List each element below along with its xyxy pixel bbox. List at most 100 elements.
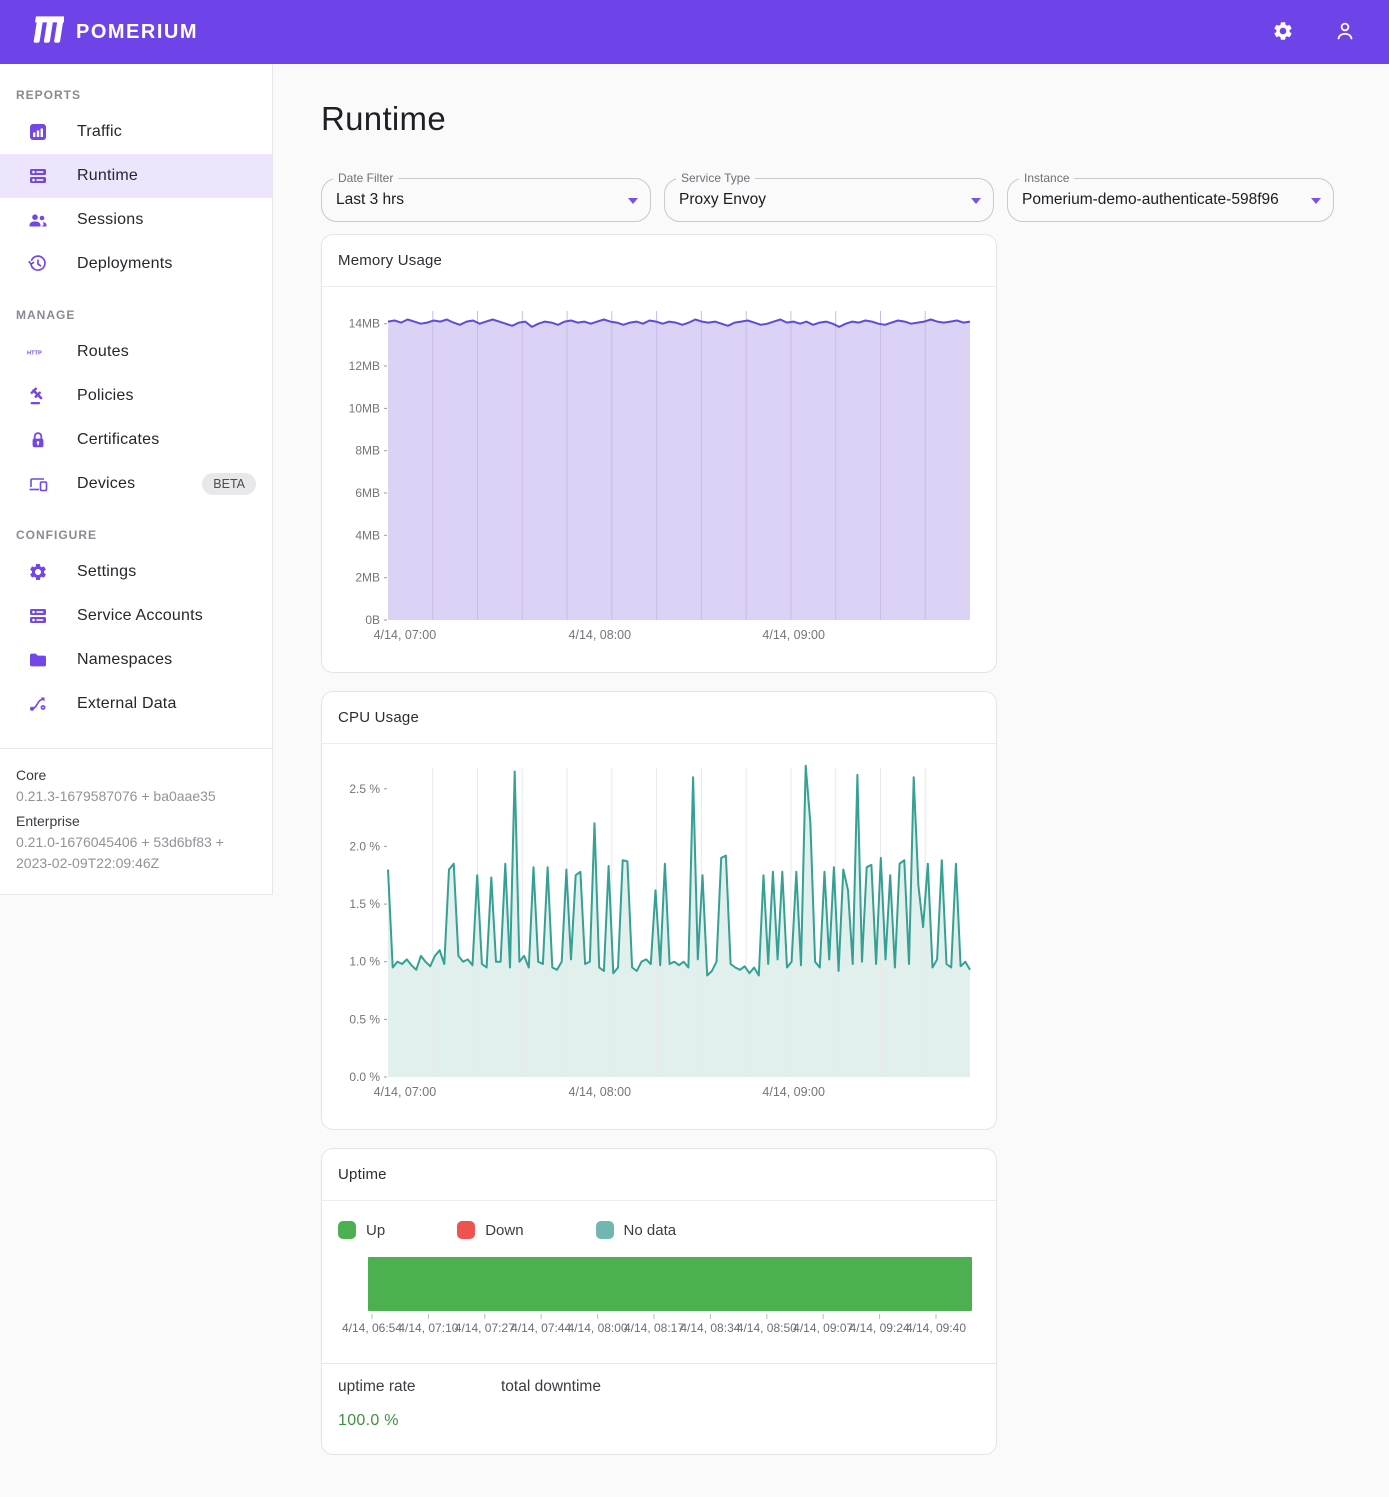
- sidebar-item-routes[interactable]: HTTP Routes: [0, 330, 272, 374]
- top-app-bar: POMERIUM: [0, 0, 1389, 64]
- http-icon: HTTP: [27, 341, 49, 363]
- legend-item-down: Down: [457, 1221, 523, 1239]
- svg-text:4/14, 09:24: 4/14, 09:24: [850, 1321, 910, 1335]
- enterprise-version-label: Enterprise: [16, 811, 256, 832]
- gavel-icon: [27, 385, 49, 407]
- instance-value: Pomerium-demo-authenticate-598f96: [1022, 191, 1279, 209]
- legend-item-up: Up: [338, 1221, 385, 1239]
- date-filter-select[interactable]: Date Filter Last 3 hrs: [321, 178, 651, 222]
- no-data-swatch-icon: [596, 1221, 614, 1239]
- cpu-usage-card: CPU Usage 2.5 %2.0 %1.5 %1.0 %0.5 %0.0 %…: [321, 691, 997, 1130]
- sidebar-item-settings[interactable]: Settings: [0, 550, 272, 594]
- enterprise-version-value: 0.21.0-1676045406 + 53d6bf83 + 2023-02-0…: [16, 832, 256, 874]
- svg-text:10MB: 10MB: [349, 401, 380, 415]
- sidebar-item-runtime[interactable]: Runtime: [0, 154, 272, 198]
- sidebar-item-deployments[interactable]: Deployments: [0, 242, 272, 286]
- svg-text:8MB: 8MB: [355, 444, 380, 458]
- filter-row: Date Filter Last 3 hrs Service Type Prox…: [321, 178, 1341, 222]
- pomerium-aqueduct-icon: [26, 13, 64, 52]
- cpu-usage-chart: 2.5 %2.0 %1.5 %1.0 %0.5 %0.0 %4/14, 07:0…: [330, 758, 984, 1103]
- user-account-button[interactable]: [1325, 12, 1365, 52]
- sidebar-item-label: Namespaces: [77, 651, 256, 669]
- legend-label: No data: [624, 1222, 677, 1239]
- uptime-title: Uptime: [322, 1149, 996, 1201]
- sidebar-item-certificates[interactable]: Certificates: [0, 418, 272, 462]
- page-title: Runtime: [321, 100, 1341, 138]
- devices-icon: [27, 473, 49, 495]
- svg-text:4/14, 06:54: 4/14, 06:54: [342, 1321, 402, 1335]
- server-icon: [27, 605, 49, 627]
- date-filter-label: Date Filter: [333, 171, 398, 185]
- sidebar-item-label: Service Accounts: [77, 607, 256, 625]
- core-version-label: Core: [16, 765, 256, 786]
- sidebar-item-devices[interactable]: Devices BETA: [0, 462, 272, 506]
- memory-usage-card: Memory Usage 14MB12MB10MB8MB6MB4MB2MB0B4…: [321, 234, 997, 673]
- sidebar-item-label: Routes: [77, 343, 256, 361]
- bar-chart-icon: [27, 121, 49, 143]
- down-swatch-icon: [457, 1221, 475, 1239]
- sidebar: REPORTS Traffic Runtime Sessions: [0, 64, 273, 895]
- svg-text:12MB: 12MB: [349, 359, 380, 373]
- svg-text:4/14, 08:34: 4/14, 08:34: [680, 1321, 740, 1335]
- sidebar-item-label: Traffic: [77, 123, 256, 141]
- gear-icon: [27, 561, 49, 583]
- sidebar-item-policies[interactable]: Policies: [0, 374, 272, 418]
- svg-text:4MB: 4MB: [355, 528, 380, 542]
- svg-text:4/14, 09:00: 4/14, 09:00: [762, 1085, 825, 1099]
- svg-text:HTTP: HTTP: [27, 351, 42, 357]
- uptime-rate-label: uptime rate: [338, 1378, 501, 1396]
- svg-text:0B: 0B: [365, 613, 380, 627]
- version-info: Core 0.21.3-1679587076 + ba0aae35 Enterp…: [0, 748, 272, 895]
- pomerium-logo[interactable]: POMERIUM: [26, 13, 198, 52]
- uptime-stats: uptime rate total downtime 100.0 %: [322, 1363, 996, 1454]
- instance-select[interactable]: Instance Pomerium-demo-authenticate-598f…: [1007, 178, 1334, 222]
- sidebar-item-label: Devices: [77, 475, 202, 493]
- sidebar-item-label: Runtime: [77, 167, 256, 185]
- sidebar-item-label: Settings: [77, 563, 256, 581]
- sidebar-item-sessions[interactable]: Sessions: [0, 198, 272, 242]
- memory-usage-chart: 14MB12MB10MB8MB6MB4MB2MB0B4/14, 07:004/1…: [330, 301, 984, 646]
- uptime-timeline: 4/14, 06:544/14, 07:104/14, 07:274/14, 0…: [322, 1239, 996, 1343]
- lock-icon: [27, 429, 49, 451]
- sidebar-item-traffic[interactable]: Traffic: [0, 110, 272, 154]
- section-label-reports: REPORTS: [0, 88, 272, 102]
- settings-button[interactable]: [1263, 12, 1303, 52]
- svg-text:1.0 %: 1.0 %: [349, 955, 380, 969]
- sidebar-item-label: Deployments: [77, 255, 256, 273]
- sidebar-item-external-data[interactable]: External Data: [0, 682, 272, 726]
- brand-name: POMERIUM: [76, 21, 198, 44]
- service-type-label: Service Type: [676, 171, 755, 185]
- svg-text:2.0 %: 2.0 %: [349, 839, 380, 853]
- instance-label: Instance: [1019, 171, 1074, 185]
- gear-icon: [1272, 20, 1294, 45]
- section-label-manage: MANAGE: [0, 308, 272, 322]
- sidebar-item-service-accounts[interactable]: Service Accounts: [0, 594, 272, 638]
- external-data-icon: [27, 693, 49, 715]
- folder-icon: [27, 649, 49, 671]
- sidebar-item-namespaces[interactable]: Namespaces: [0, 638, 272, 682]
- svg-text:4/14, 07:00: 4/14, 07:00: [374, 1085, 437, 1099]
- up-swatch-icon: [338, 1221, 356, 1239]
- service-type-value: Proxy Envoy: [679, 191, 766, 209]
- total-downtime-label: total downtime: [501, 1378, 601, 1396]
- svg-text:4/14, 08:17: 4/14, 08:17: [624, 1321, 684, 1335]
- svg-text:4/14, 09:40: 4/14, 09:40: [906, 1321, 966, 1335]
- server-icon: [27, 165, 49, 187]
- date-filter-value: Last 3 hrs: [336, 191, 404, 209]
- svg-text:2.5 %: 2.5 %: [349, 782, 380, 796]
- core-version-value: 0.21.3-1679587076 + ba0aae35: [16, 786, 256, 807]
- svg-text:4/14, 07:10: 4/14, 07:10: [398, 1321, 458, 1335]
- cpu-usage-title: CPU Usage: [322, 692, 996, 744]
- legend-item-no-data: No data: [596, 1221, 677, 1239]
- svg-text:4/14, 07:00: 4/14, 07:00: [374, 628, 437, 642]
- svg-text:4/14, 09:07: 4/14, 09:07: [793, 1321, 853, 1335]
- sidebar-item-label: External Data: [77, 695, 256, 713]
- service-type-select[interactable]: Service Type Proxy Envoy: [664, 178, 994, 222]
- svg-text:4/14, 07:44: 4/14, 07:44: [511, 1321, 571, 1335]
- uptime-status-bar: [368, 1257, 972, 1311]
- svg-text:4/14, 08:00: 4/14, 08:00: [569, 628, 632, 642]
- uptime-rate-value: 100.0 %: [338, 1412, 980, 1430]
- uptime-legend: Up Down No data: [322, 1201, 996, 1239]
- svg-text:14MB: 14MB: [349, 317, 380, 331]
- person-icon: [1333, 19, 1357, 46]
